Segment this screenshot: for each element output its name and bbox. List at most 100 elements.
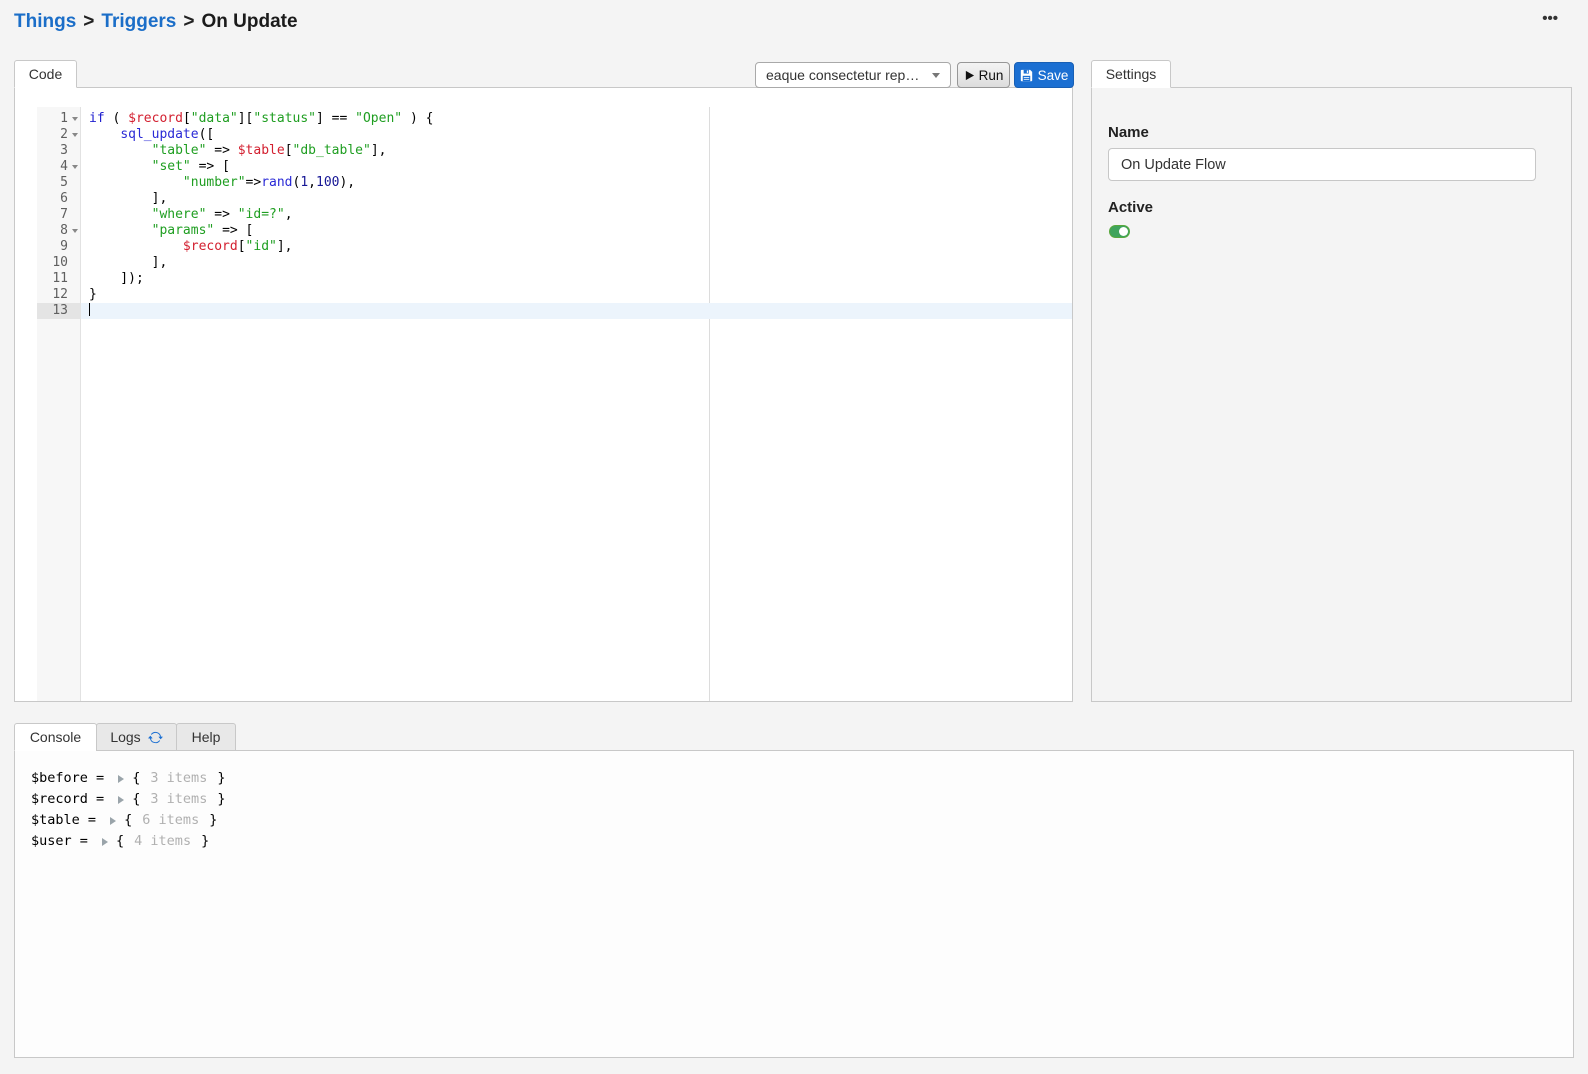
save-button[interactable]: Save	[1014, 62, 1074, 88]
page: Things > Triggers > On Update ••• Code eaque…	[0, 0, 1588, 1074]
code-line-content: "params" => [	[81, 223, 1072, 239]
code-line[interactable]: 1if ( $record["data"]["status"] == "Open…	[37, 111, 1072, 127]
console-open-brace: {	[116, 831, 124, 852]
line-number: 11	[52, 271, 68, 287]
console-open-brace: {	[132, 768, 140, 789]
line-gutter-cell: 7	[37, 207, 81, 223]
console-entry: $record = {3 items}	[31, 789, 1563, 810]
console-panel: $before = {3 items}$record = {3 items}$t…	[14, 750, 1574, 1058]
line-gutter-cell: 3	[37, 143, 81, 159]
line-gutter-cell: 10	[37, 255, 81, 271]
fold-slot	[68, 133, 81, 137]
run-button-label: Run	[979, 68, 1004, 83]
line-gutter-cell: 6	[37, 191, 81, 207]
triangle-right-icon[interactable]	[102, 838, 108, 846]
line-number: 12	[52, 287, 68, 303]
line-number: 9	[60, 239, 68, 255]
breadcrumb-item-triggers[interactable]: Triggers	[101, 11, 176, 32]
console-close-brace: }	[209, 810, 217, 831]
code-line[interactable]: 5 "number"=>rand(1,100),	[37, 175, 1072, 191]
code-line[interactable]: 10 ],	[37, 255, 1072, 271]
code-line[interactable]: 12}	[37, 287, 1072, 303]
console-close-brace: }	[201, 831, 209, 852]
code-line[interactable]: 3 "table" => $table["db_table"],	[37, 143, 1072, 159]
active-label: Active	[1108, 199, 1153, 216]
record-selector-value: eaque consectetur rep…	[766, 67, 926, 83]
toggle-knob	[1119, 227, 1128, 236]
code-line-content: $record["id"],	[81, 239, 1072, 255]
chevron-down-icon	[932, 73, 940, 78]
save-button-label: Save	[1038, 68, 1069, 83]
triangle-down-icon[interactable]	[72, 229, 78, 233]
line-number: 4	[60, 159, 68, 175]
line-number: 10	[52, 255, 68, 271]
code-line-content: "where" => "id=?",	[81, 207, 1072, 223]
breadcrumb-separator: >	[183, 11, 194, 32]
code-lines: 1if ( $record["data"]["status"] == "Open…	[37, 111, 1072, 319]
code-editor[interactable]: 1if ( $record["data"]["status"] == "Open…	[37, 107, 1072, 701]
triangle-down-icon[interactable]	[72, 165, 78, 169]
triangle-down-icon[interactable]	[72, 133, 78, 137]
line-number: 3	[60, 143, 68, 159]
console-items-count: 4 items	[134, 831, 191, 852]
code-line-content: "number"=>rand(1,100),	[81, 175, 1072, 191]
name-label: Name	[1108, 124, 1149, 141]
tab-code[interactable]: Code	[14, 60, 77, 88]
fold-slot	[68, 165, 81, 169]
code-line[interactable]: 6 ],	[37, 191, 1072, 207]
code-line-content: "set" => [	[81, 159, 1072, 175]
console-variable-name: $table =	[31, 810, 104, 831]
breadcrumb-item-on-update: On Update	[201, 11, 297, 32]
console-open-brace: {	[132, 789, 140, 810]
console-variable-name: $before =	[31, 768, 112, 789]
console-items-count: 3 items	[150, 789, 207, 810]
console-variable-name: $user =	[31, 831, 96, 852]
line-gutter-cell: 12	[37, 287, 81, 303]
triangle-down-icon[interactable]	[72, 117, 78, 121]
code-line[interactable]: 2 sql_update([	[37, 127, 1072, 143]
play-icon	[964, 70, 975, 81]
run-button[interactable]: Run	[957, 62, 1010, 88]
triangle-right-icon[interactable]	[118, 775, 124, 783]
console-entry: $before = {3 items}	[31, 768, 1563, 789]
breadcrumb-item-things[interactable]: Things	[14, 11, 76, 32]
console-output: $before = {3 items}$record = {3 items}$t…	[31, 768, 1563, 852]
code-line-content: ]);	[81, 271, 1072, 287]
breadcrumb-separator: >	[83, 11, 94, 32]
code-line-content: ],	[81, 255, 1072, 271]
fold-slot	[68, 229, 81, 233]
line-number: 6	[60, 191, 68, 207]
code-line[interactable]: 9 $record["id"],	[37, 239, 1072, 255]
tab-console[interactable]: Console	[14, 723, 97, 751]
line-gutter-cell: 9	[37, 239, 81, 255]
name-input[interactable]	[1108, 148, 1536, 181]
console-entry: $user = {4 items}	[31, 831, 1563, 852]
code-line[interactable]: 7 "where" => "id=?",	[37, 207, 1072, 223]
tab-help[interactable]: Help	[176, 723, 236, 751]
code-line[interactable]: 4 "set" => [	[37, 159, 1072, 175]
line-number: 1	[60, 111, 68, 127]
ellipsis-icon[interactable]: •••	[1542, 10, 1558, 28]
breadcrumb: Things > Triggers > On Update	[14, 11, 298, 33]
console-items-count: 6 items	[142, 810, 199, 831]
code-panel: 1if ( $record["data"]["status"] == "Open…	[14, 87, 1073, 702]
line-number: 2	[60, 127, 68, 143]
tab-settings[interactable]: Settings	[1091, 60, 1171, 88]
record-selector-dropdown[interactable]: eaque consectetur rep…	[755, 62, 951, 88]
triangle-right-icon[interactable]	[110, 817, 116, 825]
console-entry: $table = {6 items}	[31, 810, 1563, 831]
line-gutter-cell: 4	[37, 159, 81, 175]
line-number: 8	[60, 223, 68, 239]
line-number: 13	[52, 303, 68, 319]
active-toggle[interactable]	[1109, 225, 1130, 238]
text-cursor	[89, 303, 90, 316]
code-line[interactable]: 11 ]);	[37, 271, 1072, 287]
code-line[interactable]: 8 "params" => [	[37, 223, 1072, 239]
code-line-content: sql_update([	[81, 127, 1072, 143]
tab-logs[interactable]: Logs	[96, 723, 177, 751]
line-gutter-cell: 13	[37, 303, 81, 319]
code-line-content: "table" => $table["db_table"],	[81, 143, 1072, 159]
code-line[interactable]: 13	[37, 303, 1072, 319]
triangle-right-icon[interactable]	[118, 796, 124, 804]
refresh-icon[interactable]	[148, 730, 163, 745]
